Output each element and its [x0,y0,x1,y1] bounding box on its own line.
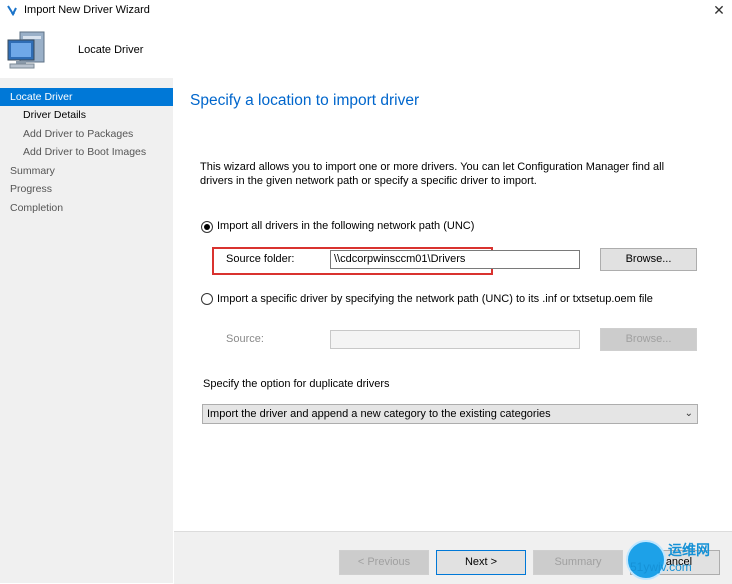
previous-button[interactable]: < Previous [339,550,429,575]
watermark-top-text: 运维网 [668,542,710,558]
source-folder-label: Source folder: [226,253,295,265]
unc-radio[interactable] [201,221,213,233]
wizard-nav: Locate Driver Driver Details Add Driver … [0,78,173,583]
browse-button[interactable]: Browse... [600,248,697,271]
source-label: Source: [226,333,264,345]
nav-item-locate-driver[interactable]: Locate Driver [0,88,173,106]
nav-item-add-driver-to-boot-images[interactable]: Add Driver to Boot Images [0,143,173,161]
nav-item-add-driver-to-packages[interactable]: Add Driver to Packages [0,125,173,143]
nav-item-progress[interactable]: Progress [0,180,173,198]
arrow-icon [7,5,17,17]
title-bar: Import New Driver Wizard ✕ [0,0,732,22]
nav-item-summary[interactable]: Summary [0,162,173,180]
wizard-header: Locate Driver [0,22,732,78]
window-title: Import New Driver Wizard [24,4,150,16]
source-input[interactable] [330,330,580,349]
duplicate-option-label: Specify the option for duplicate drivers [203,378,390,390]
watermark-bottom-text: 51ywjv.com [630,560,692,574]
description-text: This wizard allows you to import one or … [200,161,665,187]
step-title: Locate Driver [78,44,144,56]
browse-source-button[interactable]: Browse... [600,328,697,351]
computer-icon [7,31,45,69]
specific-driver-radio[interactable] [201,293,213,305]
duplicate-option-select[interactable]: Import the driver and append a new categ… [202,404,698,424]
nav-item-driver-details[interactable]: Driver Details [0,106,173,124]
specific-driver-radio-label: Import a specific driver by specifying t… [217,293,653,305]
duplicate-option-value: Import the driver and append a new categ… [207,408,551,420]
close-button[interactable]: ✕ [706,0,732,22]
summary-button[interactable]: Summary [533,550,623,575]
nav-item-completion[interactable]: Completion [0,199,173,217]
page-title: Specify a location to import driver [190,92,420,109]
chevron-down-icon: ⌄ [684,408,693,419]
next-button[interactable]: Next > [436,550,526,575]
source-folder-input[interactable]: \\cdcorpwinsccm01\Drivers [330,250,580,269]
unc-radio-label: Import all drivers in the following netw… [217,220,475,232]
